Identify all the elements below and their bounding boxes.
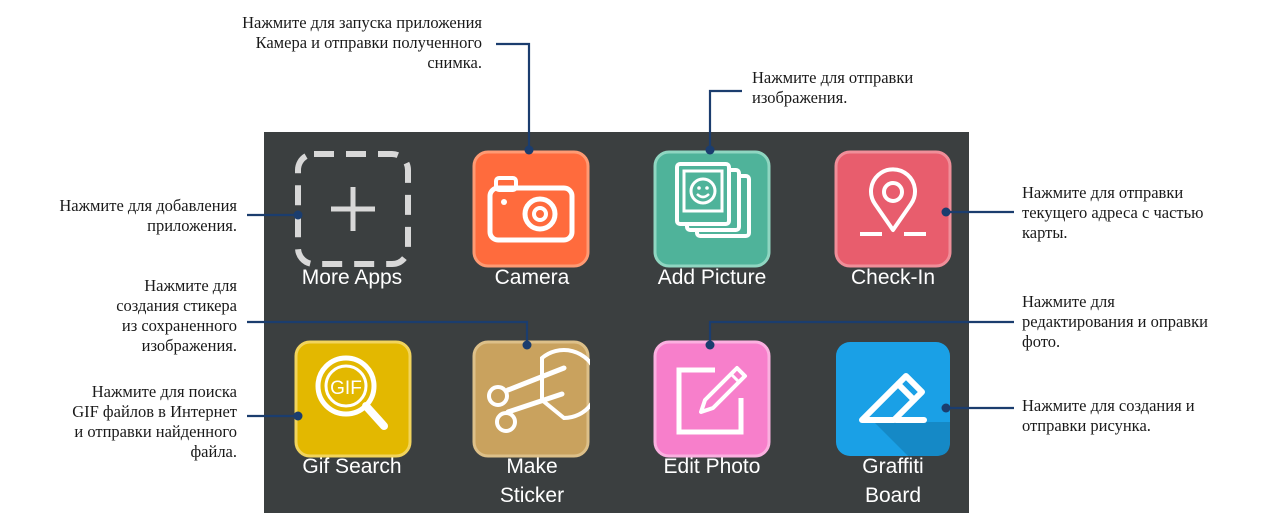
graffiti-board-button[interactable] xyxy=(834,340,952,458)
make-sticker-label: Make Sticker xyxy=(499,455,565,507)
location-pin-icon xyxy=(834,150,952,268)
plus-icon xyxy=(295,151,411,267)
check-in-label: Check-In xyxy=(850,266,936,289)
add-picture-button[interactable] xyxy=(653,150,771,268)
make-sticker-button[interactable] xyxy=(472,340,590,458)
app-panel: More Apps Camera Add Picture Check-In GI… xyxy=(264,132,969,513)
graffiti-board-label: Graffiti Board xyxy=(862,455,924,507)
more-apps-label: More Apps xyxy=(301,266,403,289)
gif-search-button[interactable]: GIF xyxy=(294,340,412,458)
camera-icon xyxy=(472,150,590,268)
callout-gif-search: Нажмите для поиска GIF файлов в Интернет… xyxy=(72,382,237,461)
callout-make-sticker: Нажмите для создания стикера из сохранен… xyxy=(116,276,237,355)
callout-camera: Нажмите для запуска приложения Камера и … xyxy=(242,13,482,72)
callout-add-picture: Нажмите для отправки изображения. xyxy=(752,68,914,107)
edit-photo-button[interactable] xyxy=(653,340,771,458)
check-in-button[interactable] xyxy=(834,150,952,268)
gif-search-icon: GIF xyxy=(294,340,412,458)
svg-text:GIF: GIF xyxy=(330,378,362,399)
add-picture-label: Add Picture xyxy=(657,266,767,289)
scissors-icon xyxy=(472,340,590,458)
pencil-icon xyxy=(653,340,771,458)
callout-edit-photo: Нажмите для редактирования и оправки фот… xyxy=(1022,292,1208,351)
eraser-icon xyxy=(836,342,950,456)
callout-more-apps: Нажмите для добавления приложения. xyxy=(59,196,237,235)
callout-check-in: Нажмите для отправки текущего адреса с ч… xyxy=(1022,183,1204,242)
camera-label: Camera xyxy=(494,266,570,289)
camera-button[interactable] xyxy=(472,150,590,268)
gif-search-label: Gif Search xyxy=(302,455,402,478)
edit-photo-label: Edit Photo xyxy=(663,455,761,478)
more-apps-button[interactable] xyxy=(294,150,412,268)
picture-icon xyxy=(653,150,771,268)
callout-graffiti: Нажмите для создания и отправки рисунка. xyxy=(1022,396,1195,435)
